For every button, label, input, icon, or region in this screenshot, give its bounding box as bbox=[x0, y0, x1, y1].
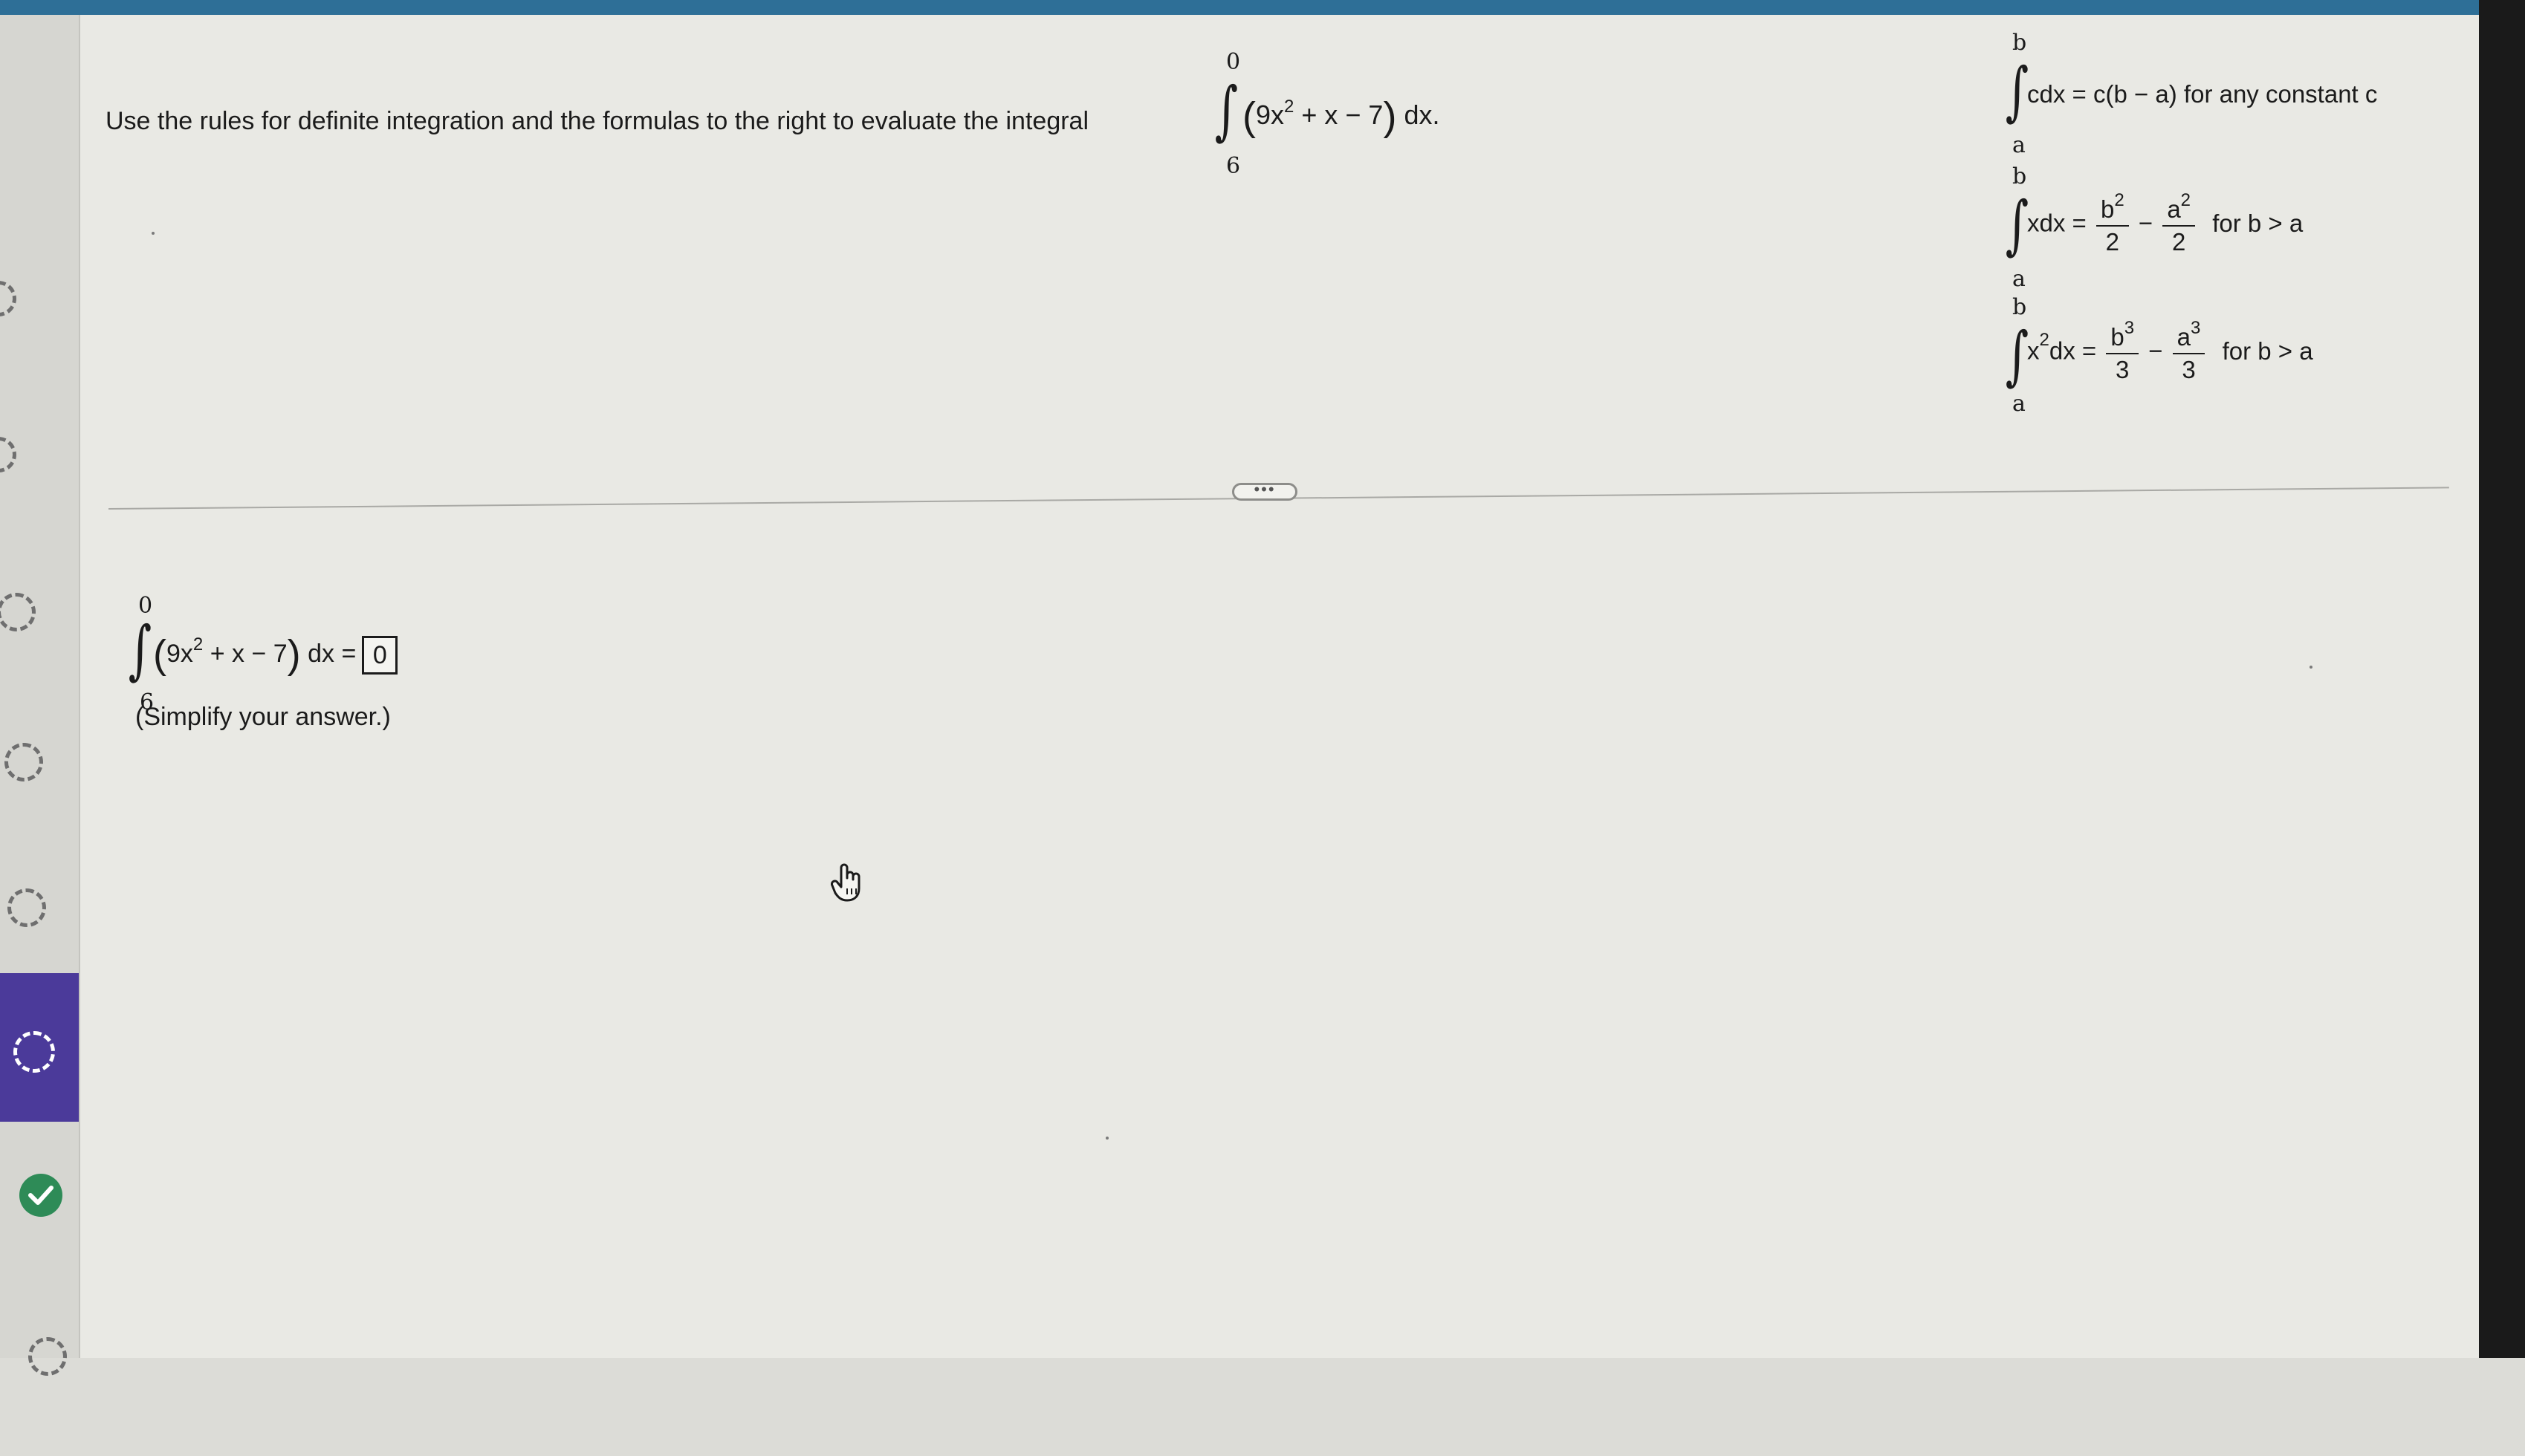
question-prompt: Use the rules for definite integration a… bbox=[106, 107, 1089, 136]
sidebar-item-question[interactable] bbox=[0, 713, 79, 847]
incomplete-icon bbox=[0, 593, 36, 631]
integral-upper-limit: 0 bbox=[1226, 49, 1241, 75]
sidebar-item-completed-question[interactable] bbox=[0, 1174, 79, 1307]
sidebar-item-question[interactable] bbox=[0, 565, 79, 698]
screen-speck bbox=[152, 232, 155, 235]
integral-lower-limit: 6 bbox=[1226, 153, 1241, 179]
incomplete-icon[interactable] bbox=[0, 281, 16, 316]
screen-speck bbox=[2310, 666, 2312, 669]
sidebar-item-question[interactable] bbox=[0, 1322, 79, 1456]
fraction: a3 3 bbox=[2172, 318, 2205, 384]
formula-text: cdx = c(b − a) for any constant c bbox=[2027, 80, 2378, 108]
question-prompt-text: Use the rules for definite integration a… bbox=[106, 107, 1089, 135]
integral-sign-icon: ∫ bbox=[2005, 319, 2029, 393]
formula-upper-limit: b bbox=[2012, 294, 2027, 320]
formula-text: xdx = b2 2 − a2 2 for b > a bbox=[2027, 190, 2304, 256]
integral-sign-icon: ∫ bbox=[1214, 74, 1239, 148]
answer-hint: (Simplify your answer.) bbox=[135, 703, 391, 731]
answer-input[interactable]: 0 bbox=[362, 636, 398, 675]
formula-upper-limit: b bbox=[2012, 163, 2027, 189]
question-sidebar bbox=[0, 15, 80, 1376]
integral-expression: (9x2 + x − 7) dx. bbox=[1242, 94, 1440, 139]
top-bar bbox=[0, 0, 2525, 15]
formula-lower-limit: a bbox=[2012, 132, 2026, 158]
formula-constant: b ∫ a cdx = c(b − a) for any constant c bbox=[2005, 22, 2525, 158]
hand-cursor-icon bbox=[831, 863, 860, 902]
incomplete-icon[interactable] bbox=[0, 437, 16, 472]
question-integral: 0 ∫ 6 (9x2 + x − 7) dx. bbox=[1208, 42, 1580, 190]
fraction: b3 3 bbox=[2106, 318, 2139, 384]
formula-upper-limit: b bbox=[2012, 30, 2027, 56]
more-options-button[interactable]: ••• bbox=[1232, 481, 1297, 501]
incomplete-icon bbox=[4, 743, 43, 781]
formula-linear: b ∫ a xdx = b2 2 − a2 2 for b > a bbox=[2005, 156, 2525, 292]
integral-sign-icon: ∫ bbox=[2005, 188, 2029, 262]
check-icon bbox=[19, 1174, 62, 1217]
incomplete-icon bbox=[28, 1337, 67, 1376]
formula-lower-limit: a bbox=[2012, 391, 2026, 417]
answer-expression: (9x2 + x − 7) dx = 0 bbox=[153, 631, 398, 677]
fraction: b2 2 bbox=[2095, 190, 2129, 256]
question-content: Use the rules for definite integration a… bbox=[80, 15, 2479, 1358]
screen-speck bbox=[1106, 1137, 1109, 1140]
integral-sign-icon: ∫ bbox=[2005, 54, 2029, 129]
incomplete-icon bbox=[7, 888, 46, 927]
current-icon bbox=[13, 1031, 55, 1073]
formula-quadratic: b ∫ a x2dx = b3 3 − a3 3 for b > a bbox=[2005, 287, 2525, 420]
integral-sign-icon: ∫ bbox=[128, 613, 152, 687]
fraction: a2 2 bbox=[2162, 190, 2196, 256]
sidebar-item-current-question[interactable] bbox=[0, 973, 79, 1122]
formula-text: x2dx = b3 3 − a3 3 for b > a bbox=[2027, 318, 2313, 384]
